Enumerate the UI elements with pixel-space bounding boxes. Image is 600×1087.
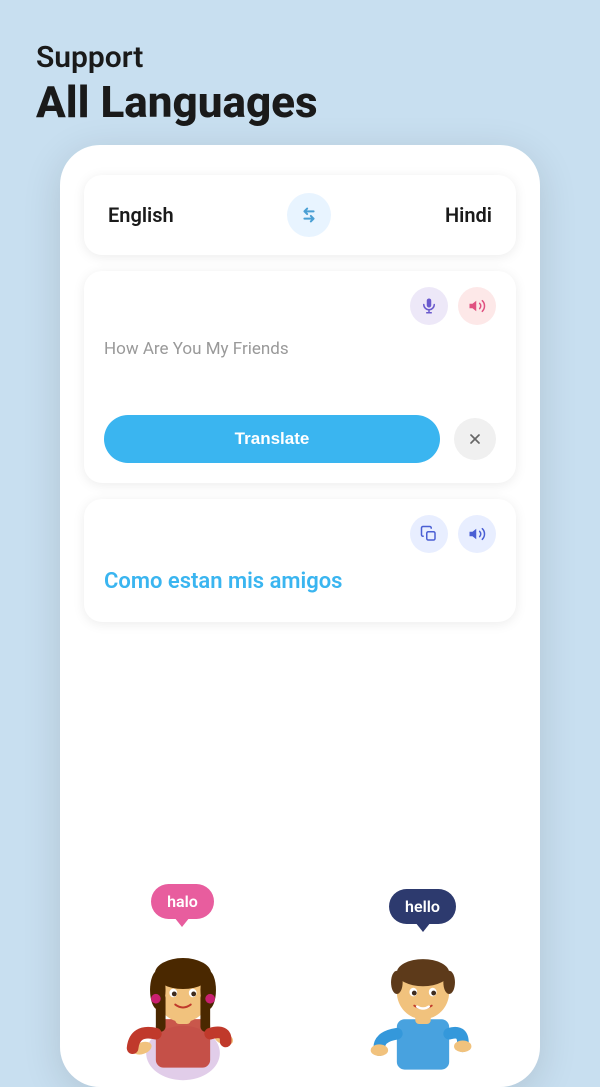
characters-area: halo [60, 867, 540, 1087]
output-icons-row [104, 515, 496, 553]
boy-avatar [358, 932, 488, 1087]
output-text: Como estan mis amigos [104, 565, 496, 598]
action-row: Translate [104, 415, 496, 463]
header: Support All Languages [0, 0, 600, 149]
microphone-button[interactable] [410, 287, 448, 325]
girl-avatar [113, 927, 253, 1087]
output-card: Como estan mis amigos [84, 499, 516, 622]
copy-button[interactable] [410, 515, 448, 553]
input-icons-row [104, 287, 496, 325]
translate-button[interactable]: Translate [104, 415, 440, 463]
girl-character: halo [113, 884, 253, 1087]
output-speaker-button[interactable] [458, 515, 496, 553]
input-text[interactable]: How Are You My Friends [104, 337, 496, 397]
bubble-halo: halo [151, 884, 214, 919]
boy-character: hello [358, 889, 488, 1087]
swap-button[interactable] [287, 193, 331, 237]
language-selector: English Hindi [84, 175, 516, 255]
bubble-hello: hello [389, 889, 456, 924]
input-speaker-button[interactable] [458, 287, 496, 325]
source-language[interactable]: English [108, 203, 174, 227]
close-button[interactable] [454, 418, 496, 460]
target-language[interactable]: Hindi [445, 203, 492, 227]
phone-frame: English Hindi [60, 145, 540, 1087]
all-languages-label: All Languages [36, 76, 564, 129]
support-label: Support [36, 40, 564, 76]
input-card: How Are You My Friends Translate [84, 271, 516, 483]
